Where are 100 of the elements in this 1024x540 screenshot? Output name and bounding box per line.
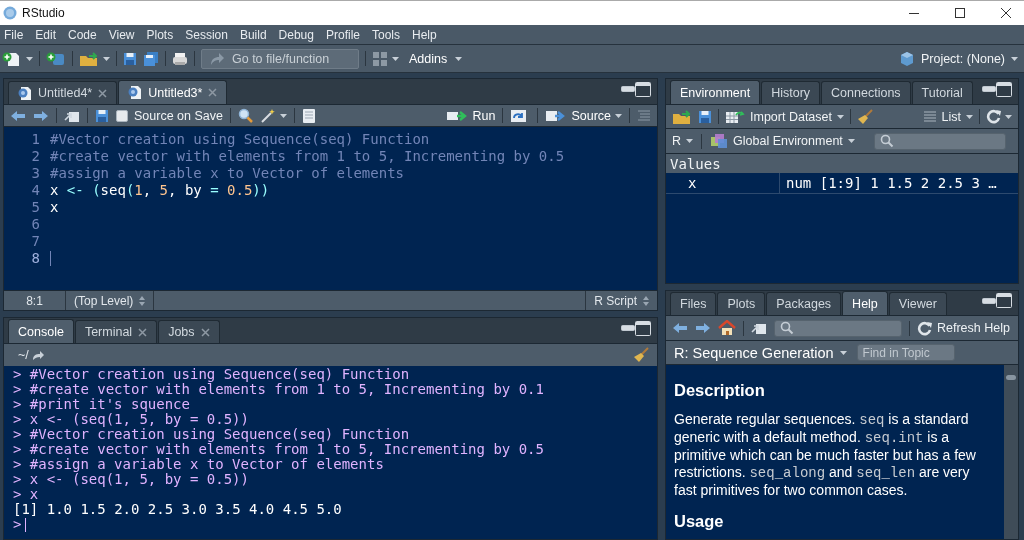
source-on-save-checkbox[interactable]: Source on Save bbox=[116, 108, 223, 123]
run-button[interactable]: Run bbox=[446, 108, 496, 123]
layout-button[interactable] bbox=[372, 50, 399, 67]
caret-icon[interactable] bbox=[839, 350, 847, 355]
source-button[interactable]: Source bbox=[545, 108, 622, 123]
caret-icon[interactable] bbox=[686, 139, 694, 143]
menu-item[interactable]: Help bbox=[408, 27, 445, 42]
popout-icon[interactable] bbox=[751, 321, 767, 335]
home-icon[interactable] bbox=[718, 320, 736, 336]
caret-icon[interactable] bbox=[847, 139, 855, 143]
caret-icon[interactable] bbox=[1005, 114, 1012, 119]
forward-icon[interactable] bbox=[33, 109, 49, 122]
maximize-icon[interactable] bbox=[954, 7, 966, 19]
wand-icon[interactable] bbox=[259, 107, 276, 124]
menu-item[interactable]: Plots bbox=[142, 27, 182, 42]
menu-item[interactable]: View bbox=[104, 27, 143, 42]
menu-item[interactable]: Build bbox=[235, 27, 275, 42]
open-file-button[interactable] bbox=[79, 50, 110, 67]
tab[interactable]: Packages bbox=[766, 292, 842, 315]
search-icon[interactable] bbox=[237, 108, 253, 123]
sort-icon[interactable] bbox=[643, 295, 649, 306]
tab[interactable]: Console bbox=[8, 319, 74, 343]
sort-icon[interactable] bbox=[139, 295, 146, 306]
save-all-icon[interactable] bbox=[143, 50, 159, 67]
code-tools-button[interactable] bbox=[259, 107, 287, 124]
caret-icon[interactable] bbox=[615, 113, 622, 118]
tab[interactable]: Tutorial bbox=[911, 81, 973, 104]
save-icon[interactable] bbox=[123, 51, 137, 66]
notebook-icon[interactable] bbox=[301, 107, 316, 124]
import-dataset-button[interactable]: Import Dataset bbox=[725, 109, 844, 124]
code-line: x bbox=[50, 199, 60, 216]
new-project-icon[interactable] bbox=[46, 50, 66, 67]
print-icon[interactable] bbox=[172, 51, 188, 66]
arrow-icon[interactable] bbox=[31, 349, 45, 361]
menu-item[interactable]: Code bbox=[64, 27, 105, 42]
close-icon[interactable] bbox=[1000, 7, 1012, 19]
caret-icon[interactable] bbox=[837, 114, 844, 119]
tab[interactable]: Help bbox=[842, 291, 888, 315]
tab[interactable]: Untitled4* bbox=[8, 81, 118, 104]
tab[interactable]: Files bbox=[670, 292, 717, 315]
file-type-dropdown[interactable]: R Script bbox=[585, 291, 657, 310]
new-file-icon[interactable] bbox=[2, 50, 22, 67]
help-paragraph: Generate regular sequences. seq is a standard generic with a default method. seq.int is a primitive which can be much faster but has a few restrictions. seq_along and seq_len are very fast primitives for two common cases. bbox=[674, 411, 977, 499]
back-icon[interactable] bbox=[672, 322, 688, 334]
project-button[interactable]: Project: (None) bbox=[898, 50, 1018, 67]
checkbox[interactable] bbox=[116, 109, 128, 122]
scrollbar[interactable] bbox=[1004, 365, 1018, 539]
caret-icon[interactable] bbox=[26, 56, 33, 61]
minimize-icon[interactable] bbox=[982, 297, 996, 304]
menu-item[interactable]: Debug bbox=[274, 27, 322, 42]
menu-item[interactable]: Edit bbox=[31, 27, 65, 42]
tab[interactable]: Untitled3* bbox=[118, 80, 228, 104]
topic-dropdown[interactable]: R: Sequence Generation bbox=[674, 344, 847, 361]
tab[interactable]: Plots bbox=[717, 292, 766, 315]
new-file-button[interactable] bbox=[2, 50, 33, 67]
folder-icon[interactable] bbox=[79, 50, 99, 67]
tab[interactable]: Terminal bbox=[74, 320, 158, 343]
search-field[interactable]: Go to file/function bbox=[201, 48, 359, 69]
caret-icon[interactable] bbox=[279, 113, 287, 118]
caret-icon[interactable] bbox=[455, 56, 463, 61]
language-dropdown[interactable]: R bbox=[672, 134, 694, 148]
menu-item[interactable]: File bbox=[0, 27, 32, 42]
tab[interactable]: Jobs bbox=[158, 320, 220, 343]
forward-icon[interactable] bbox=[695, 322, 711, 334]
save-icon[interactable] bbox=[95, 108, 109, 123]
broom-icon[interactable] bbox=[857, 108, 873, 125]
scope-dropdown[interactable]: (Top Level) bbox=[66, 291, 155, 310]
console-command: > #assign a variable x to Vector of elements bbox=[13, 457, 385, 472]
save-icon[interactable] bbox=[698, 109, 712, 124]
addins-button[interactable]: Addins bbox=[409, 51, 463, 66]
menu-item[interactable]: Tools bbox=[368, 27, 408, 42]
tab[interactable]: Connections bbox=[821, 81, 911, 104]
console-command: > x <- (seq(1, 5, by = 0.5)) bbox=[13, 472, 250, 487]
search-field[interactable] bbox=[874, 132, 1006, 150]
folder-icon[interactable] bbox=[672, 108, 692, 125]
table-icon bbox=[725, 109, 745, 124]
tab[interactable]: Environment bbox=[670, 80, 761, 104]
help-heading: Usage bbox=[674, 513, 724, 530]
console-command: > x bbox=[13, 487, 40, 502]
find-in-topic-field[interactable]: Find in Topic bbox=[856, 344, 955, 361]
tab[interactable]: History bbox=[761, 81, 821, 104]
menu-item[interactable]: Profile bbox=[321, 27, 368, 42]
working-directory: ~/ bbox=[18, 348, 29, 362]
tab[interactable]: Viewer bbox=[888, 292, 947, 315]
caret-icon[interactable] bbox=[103, 56, 110, 61]
cursor-position: 8:1 bbox=[4, 291, 66, 310]
view-mode-dropdown[interactable]: List bbox=[922, 109, 973, 124]
back-icon[interactable] bbox=[10, 109, 26, 122]
grid-icon[interactable] bbox=[372, 50, 388, 67]
code-line: #assign a variable x to Vector of elements bbox=[50, 165, 405, 182]
search-field[interactable] bbox=[774, 319, 902, 337]
refresh-button[interactable] bbox=[986, 109, 1012, 124]
caret-icon[interactable] bbox=[1011, 56, 1018, 61]
menu-item[interactable]: Session bbox=[181, 27, 236, 42]
broom-icon[interactable] bbox=[633, 347, 649, 363]
logo-icon bbox=[3, 6, 17, 20]
environment-dropdown[interactable]: Global Environment bbox=[710, 133, 855, 149]
caret-icon[interactable] bbox=[392, 56, 399, 61]
refresh-help-button[interactable]: Refresh Help bbox=[917, 320, 1010, 336]
caret-icon[interactable] bbox=[966, 114, 973, 119]
